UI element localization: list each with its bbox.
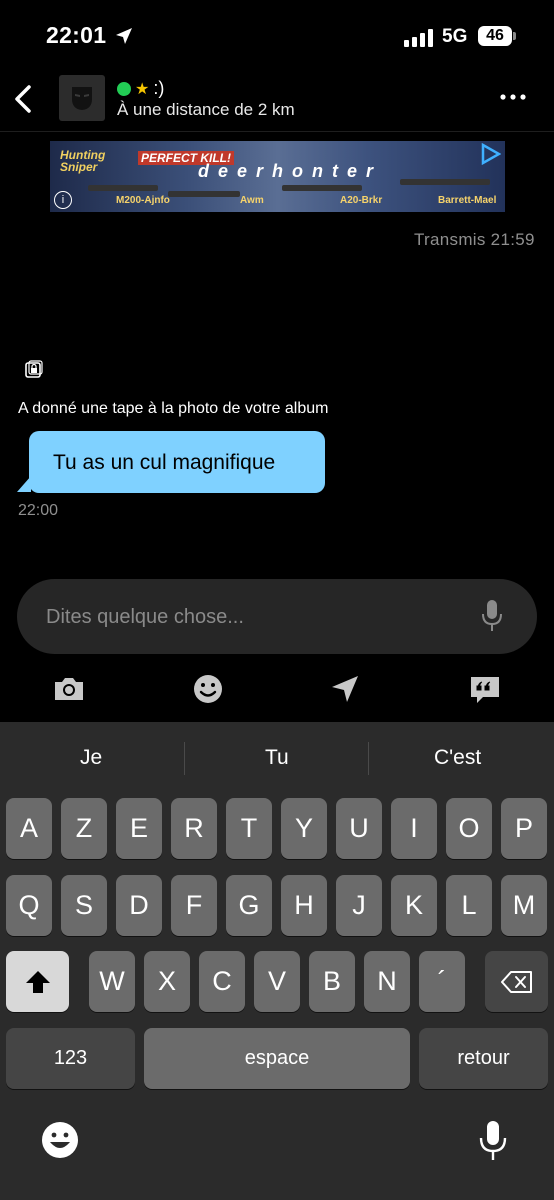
ad-banner[interactable]: Hunting Sniper PERFECT KILL! deerhonter … bbox=[50, 141, 505, 212]
delete-key[interactable] bbox=[485, 951, 548, 1012]
numbers-key[interactable]: 123 bbox=[6, 1028, 135, 1089]
key[interactable]: W bbox=[89, 951, 135, 1012]
profile-distance: À une distance de 2 km bbox=[117, 100, 295, 119]
ad-weapon-label: Awm bbox=[240, 195, 264, 206]
signal-icon bbox=[404, 29, 433, 47]
message-text: Tu as un cul magnifique bbox=[53, 451, 276, 474]
key[interactable]: Z bbox=[61, 798, 107, 859]
backspace-icon bbox=[500, 970, 532, 993]
key[interactable]: M bbox=[501, 875, 547, 936]
suggestion-3[interactable]: C'est bbox=[434, 746, 481, 770]
ad-info-icon[interactable]: i bbox=[54, 191, 72, 209]
more-options-icon[interactable] bbox=[499, 93, 527, 101]
key[interactable]: S bbox=[61, 875, 107, 936]
favorite-star-icon: ★ bbox=[135, 80, 150, 98]
key[interactable]: A bbox=[6, 798, 52, 859]
battery-level: 46 bbox=[486, 27, 504, 44]
key[interactable]: O bbox=[446, 798, 492, 859]
saved-phrases-icon[interactable] bbox=[469, 673, 501, 705]
key[interactable]: P bbox=[501, 798, 547, 859]
key[interactable]: U bbox=[336, 798, 382, 859]
key[interactable]: J bbox=[336, 875, 382, 936]
shift-key[interactable] bbox=[6, 951, 69, 1012]
ad-title: deerhonter bbox=[198, 161, 383, 181]
profile-name-row[interactable]: ★ :) bbox=[117, 78, 164, 99]
key[interactable]: E bbox=[116, 798, 162, 859]
shift-arrow-icon bbox=[25, 970, 50, 993]
network-type: 5G bbox=[442, 26, 468, 47]
key[interactable]: T bbox=[226, 798, 272, 859]
suggestion-2[interactable]: Tu bbox=[265, 746, 289, 770]
microphone-icon[interactable] bbox=[481, 599, 503, 633]
key[interactable]: R bbox=[171, 798, 217, 859]
location-share-icon[interactable] bbox=[329, 673, 361, 705]
sent-status: Transmis 21:59 bbox=[414, 230, 535, 249]
ad-weapon-label: A20-Brkr bbox=[340, 195, 383, 206]
key[interactable]: F bbox=[171, 875, 217, 936]
space-key[interactable]: espace bbox=[144, 1028, 410, 1089]
return-key[interactable]: retour bbox=[419, 1028, 548, 1089]
key[interactable]: C bbox=[199, 951, 245, 1012]
header-divider bbox=[0, 131, 554, 132]
key[interactable]: K bbox=[391, 875, 437, 936]
key[interactable]: X bbox=[144, 951, 190, 1012]
suggestion-divider bbox=[368, 742, 369, 775]
ad-weapon-label: Barrett-Mael bbox=[438, 195, 497, 206]
emoji-icon[interactable] bbox=[192, 673, 224, 705]
profile-avatar[interactable] bbox=[59, 75, 105, 121]
ad-brand: Hunting Sniper bbox=[60, 148, 106, 174]
key[interactable]: N bbox=[364, 951, 410, 1012]
ad-weapon-label: M200-Ajnfo bbox=[116, 195, 170, 206]
key[interactable]: D bbox=[116, 875, 162, 936]
mask-placeholder-icon bbox=[72, 87, 92, 110]
ad-choices-icon[interactable] bbox=[479, 143, 501, 165]
dictation-microphone-icon[interactable] bbox=[478, 1120, 508, 1162]
emoji-keyboard-icon[interactable] bbox=[40, 1120, 80, 1160]
accent-key[interactable]: ´ bbox=[419, 951, 465, 1012]
key[interactable]: G bbox=[226, 875, 272, 936]
back-chevron-icon[interactable] bbox=[10, 84, 36, 114]
suggestion-1[interactable]: Je bbox=[80, 746, 102, 770]
location-arrow-icon bbox=[116, 28, 132, 44]
message-input-placeholder: Dites quelque chose... bbox=[46, 606, 244, 628]
album-tap-event: A donné une tape à la photo de votre alb… bbox=[18, 400, 329, 417]
key[interactable]: I bbox=[391, 798, 437, 859]
key[interactable]: Q bbox=[6, 875, 52, 936]
key[interactable]: L bbox=[446, 875, 492, 936]
suggestion-divider bbox=[184, 742, 185, 775]
key[interactable]: Y bbox=[281, 798, 327, 859]
status-time: 22:01 bbox=[46, 22, 107, 48]
key[interactable]: B bbox=[309, 951, 355, 1012]
camera-icon[interactable] bbox=[53, 673, 85, 705]
album-icon bbox=[25, 360, 43, 378]
key[interactable]: V bbox=[254, 951, 300, 1012]
online-status-dot bbox=[117, 81, 131, 96]
key[interactable]: H bbox=[281, 875, 327, 936]
battery-icon: 46 bbox=[478, 26, 516, 48]
message-time: 22:00 bbox=[18, 502, 59, 519]
profile-status-text: :) bbox=[153, 78, 165, 98]
